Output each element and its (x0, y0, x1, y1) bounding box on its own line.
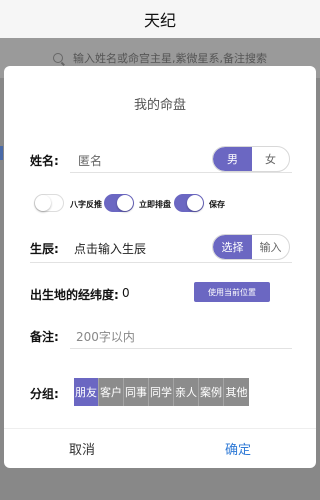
group-tag[interactable]: 同学 (149, 378, 174, 406)
birth-label: 生辰: (30, 242, 59, 256)
name-input[interactable]: 匿名 (78, 152, 102, 169)
bazi-reverse-label: 八字反推 (70, 200, 102, 209)
instant-chart-label: 立即排盘 (139, 200, 171, 209)
location-label: 出生地的经纬度: (30, 288, 119, 302)
chart-dialog: 我的命盘 姓名: 匿名 男 女 八字反推 立即排盘 保存 生辰: 点击输入生辰 … (4, 66, 316, 468)
group-tags: 朋友 客户 同事 同学 亲人 案例 其他 (74, 378, 249, 406)
divider (70, 348, 292, 349)
group-tag[interactable]: 同事 (124, 378, 149, 406)
app-title: 天纪 (143, 11, 176, 30)
save-toggle[interactable] (174, 194, 204, 212)
group-label: 分组: (30, 387, 59, 401)
instant-chart-toggle[interactable] (104, 194, 134, 212)
search-icon (53, 53, 63, 63)
group-tag[interactable]: 客户 (99, 378, 124, 406)
dialog-footer: 取消 确定 (4, 428, 316, 468)
search-placeholder: 输入姓名或命宫主星,紫微星系,备注搜索 (73, 52, 267, 65)
group-tag[interactable]: 其他 (224, 378, 249, 406)
gender-female-button[interactable]: 女 (252, 147, 289, 171)
gender-male-button[interactable]: 男 (213, 147, 252, 171)
confirm-button[interactable]: 确定 (160, 429, 316, 468)
birth-input-button[interactable]: 输入 (252, 235, 289, 259)
use-current-location-button[interactable]: 使用当前位置 (194, 282, 270, 302)
bazi-reverse-toggle[interactable] (34, 194, 64, 212)
group-tag[interactable]: 朋友 (74, 378, 99, 406)
remark-label: 备注: (30, 330, 59, 344)
divider (70, 172, 292, 173)
cancel-button[interactable]: 取消 (4, 429, 160, 468)
dialog-title: 我的命盘 (133, 98, 186, 113)
birth-input[interactable]: 点击输入生辰 (74, 240, 146, 257)
location-value: 0 (122, 286, 130, 300)
group-tag[interactable]: 案例 (199, 378, 224, 406)
birth-mode-segment[interactable]: 选择 输入 (212, 234, 290, 260)
background-accent-bar (0, 146, 3, 160)
divider (30, 262, 292, 263)
remark-input[interactable]: 200字以内 (76, 328, 135, 345)
group-tag[interactable]: 亲人 (174, 378, 199, 406)
save-label: 保存 (209, 200, 225, 209)
gender-segment[interactable]: 男 女 (212, 146, 290, 172)
name-label: 姓名: (30, 154, 59, 168)
birth-select-button[interactable]: 选择 (213, 235, 252, 259)
app-header: 天纪 (0, 0, 320, 38)
